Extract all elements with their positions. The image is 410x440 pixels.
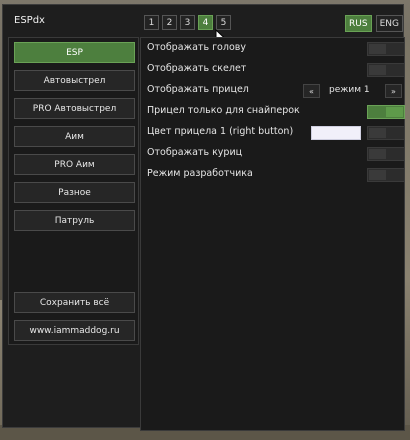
toggle-crosshair-color[interactable] xyxy=(367,126,405,140)
setting-label-skeleton: Отображать скелет xyxy=(147,63,247,74)
mode-prev-button[interactable]: « xyxy=(303,84,320,98)
save-all-button[interactable]: Сохранить всё xyxy=(14,292,135,313)
setting-label-crosshair-color: Цвет прицела 1 (right button) xyxy=(147,126,294,137)
setting-label-head: Отображать голову xyxy=(147,42,246,53)
setting-label-dev-mode: Режим разработчика xyxy=(147,168,253,179)
tab-4[interactable]: 4 xyxy=(198,15,213,30)
menu-window: ESPdx 1 2 3 4 5 RUS ENG ESP Автовыстрел … xyxy=(2,4,405,431)
toggle-knob xyxy=(369,65,386,75)
toggle-sniper-only[interactable] xyxy=(367,105,405,119)
crosshair-color-swatch[interactable] xyxy=(311,126,361,140)
settings-panel: Отображать голову Отображать скелет Отоб… xyxy=(140,37,405,431)
setting-label-chickens: Отображать куриц xyxy=(147,147,243,158)
toggle-knob xyxy=(369,170,386,180)
toggle-knob xyxy=(369,128,386,138)
tab-3[interactable]: 3 xyxy=(180,15,195,30)
page-tabs: 1 2 3 4 5 xyxy=(144,15,231,30)
toggle-head[interactable] xyxy=(367,42,405,56)
lang-eng-button[interactable]: ENG xyxy=(375,15,403,32)
toggle-knob xyxy=(369,149,386,159)
sidebar-item-autoshot[interactable]: Автовыстрел xyxy=(14,70,135,91)
sidebar-item-pro-autoshot[interactable]: PRO Автовыстрел xyxy=(14,98,135,119)
sidebar: ESP Автовыстрел PRO Автовыстрел Аим PRO … xyxy=(8,37,139,345)
toggle-dev-mode[interactable] xyxy=(367,168,405,182)
setting-label-sniper-only: Прицел только для снайперок xyxy=(147,105,300,116)
sidebar-item-esp[interactable]: ESP xyxy=(14,42,135,63)
toggle-knob xyxy=(369,44,386,54)
language-switch: RUS ENG xyxy=(345,15,403,32)
sidebar-item-aim[interactable]: Аим xyxy=(14,126,135,147)
site-link[interactable]: www.iammaddog.ru xyxy=(14,320,135,341)
sidebar-item-patrol[interactable]: Патруль xyxy=(14,210,135,231)
tab-2[interactable]: 2 xyxy=(162,15,177,30)
crosshair-mode-value: режим 1 xyxy=(329,85,370,95)
toggle-knob xyxy=(386,107,403,117)
sidebar-item-pro-aim[interactable]: PRO Аим xyxy=(14,154,135,175)
toggle-skeleton[interactable] xyxy=(367,63,405,77)
tab-5[interactable]: 5 xyxy=(216,15,231,30)
sidebar-item-misc[interactable]: Разное xyxy=(14,182,135,203)
window-title: ESPdx xyxy=(14,15,45,26)
lang-rus-button[interactable]: RUS xyxy=(345,15,372,32)
toggle-chickens[interactable] xyxy=(367,147,405,161)
setting-label-crosshair: Отображать прицел xyxy=(147,84,249,95)
tab-1[interactable]: 1 xyxy=(144,15,159,30)
mode-next-button[interactable]: » xyxy=(385,84,402,98)
